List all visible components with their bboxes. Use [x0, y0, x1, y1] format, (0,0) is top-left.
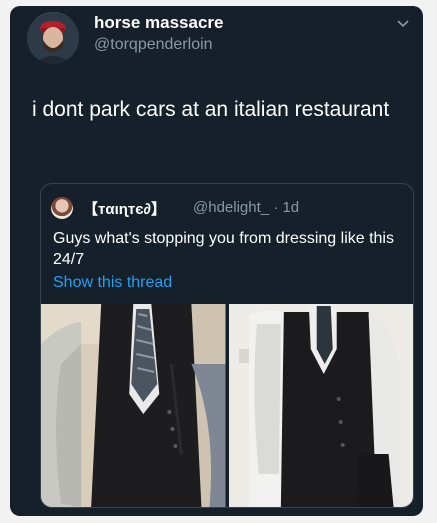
author-handle[interactable]: @torqpenderloin: [94, 36, 213, 54]
author-display-name[interactable]: horse massacre: [94, 13, 223, 33]
tweet-card[interactable]: horse massacre @torqpenderloin i dont pa…: [10, 6, 423, 516]
vest-photo-right[interactable]: [228, 304, 413, 507]
quoted-tweet-text: Guys what's stopping you from dressing l…: [53, 230, 394, 268]
chevron-down-icon[interactable]: [395, 16, 411, 32]
quoted-tweet[interactable]: 【тαιɳтє∂】 @hdelight_ · 1d Guys what's st…: [40, 183, 414, 508]
vest-photo-left[interactable]: [41, 304, 226, 507]
quoted-tweet-photos: [41, 304, 413, 507]
show-thread-link[interactable]: Show this thread: [53, 274, 172, 292]
quoted-author-handle-time[interactable]: @hdelight_ · 1d: [193, 199, 299, 216]
quoted-author-display-name[interactable]: 【тαιɳтє∂】: [83, 198, 166, 219]
quoted-author-avatar[interactable]: [51, 197, 73, 219]
tweet-text: i dont park cars at an italian restauran…: [32, 98, 390, 121]
author-avatar[interactable]: [27, 12, 79, 64]
